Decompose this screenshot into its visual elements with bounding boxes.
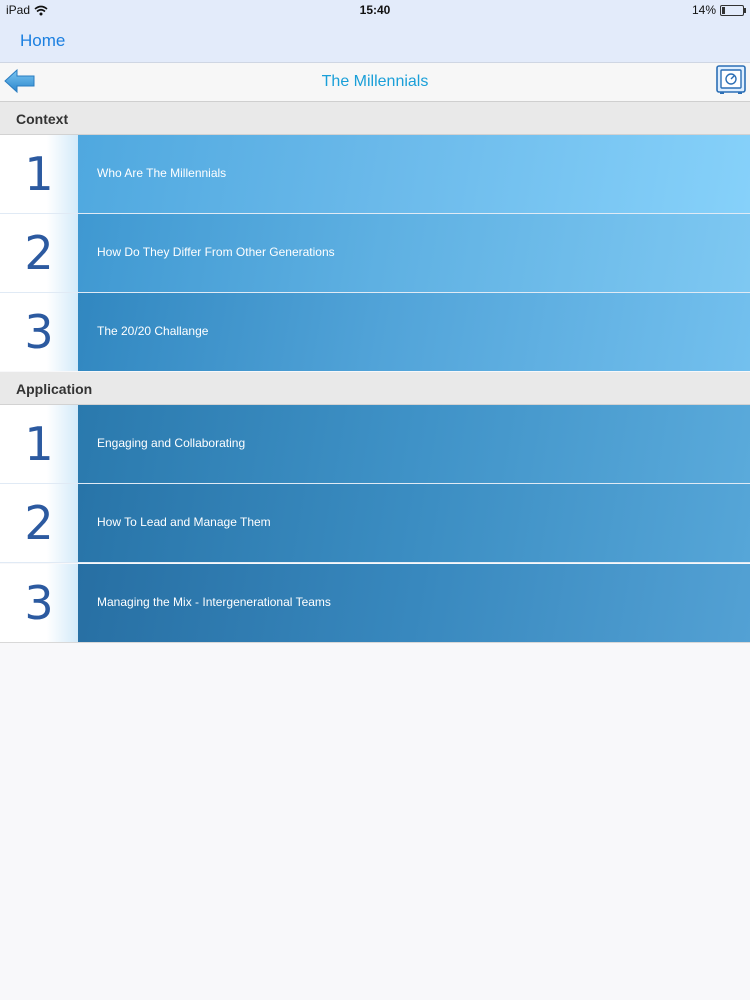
- list-bottom-divider: [0, 642, 750, 643]
- item-label: How Do They Differ From Other Generation…: [97, 245, 335, 259]
- item-number: 2: [0, 214, 78, 292]
- list-item[interactable]: 2 How Do They Differ From Other Generati…: [0, 214, 750, 293]
- item-label: Managing the Mix - Intergenerational Tea…: [97, 595, 331, 609]
- item-body: Who Are The Millennials: [78, 135, 750, 213]
- status-time: 15:40: [359, 3, 391, 17]
- item-number: 1: [0, 135, 78, 213]
- item-body: The 20/20 Challange: [78, 293, 750, 371]
- item-label: How To Lead and Manage Them: [97, 515, 271, 529]
- status-bar: iPad 15:40 14%: [0, 0, 750, 20]
- item-label: Who Are The Millennials: [97, 166, 227, 180]
- page-title: The Millennials: [321, 73, 429, 90]
- section-title: Context: [16, 111, 69, 127]
- item-label: The 20/20 Challange: [97, 324, 209, 338]
- item-body: How To Lead and Manage Them: [78, 484, 750, 562]
- battery-percent: 14%: [691, 3, 716, 17]
- item-body: Managing the Mix - Intergenerational Tea…: [78, 564, 750, 642]
- home-link[interactable]: Home: [20, 31, 65, 51]
- section-header-application: Application: [0, 372, 750, 405]
- status-right: 14%: [691, 3, 746, 17]
- list-item[interactable]: 3 Managing the Mix - Intergenerational T…: [0, 564, 750, 642]
- section-header-context: Context: [0, 102, 750, 135]
- item-number: 1: [0, 405, 78, 483]
- battery-icon: [720, 4, 746, 16]
- list-item[interactable]: 1 Engaging and Collaborating: [0, 405, 750, 484]
- section-title: Application: [16, 381, 93, 397]
- item-number: 3: [0, 564, 78, 642]
- item-number: 2: [0, 484, 78, 562]
- list-item[interactable]: 2 How To Lead and Manage Them: [0, 484, 750, 563]
- title-bar: The Millennials: [0, 63, 750, 102]
- list-item[interactable]: 3 The 20/20 Challange: [0, 293, 750, 371]
- item-number: 3: [0, 293, 78, 371]
- item-body: Engaging and Collaborating: [78, 405, 750, 483]
- top-nav: Home: [0, 20, 750, 63]
- item-body: How Do They Differ From Other Generation…: [78, 214, 750, 292]
- item-label: Engaging and Collaborating: [97, 436, 246, 450]
- safe-icon[interactable]: [716, 65, 746, 95]
- list-item[interactable]: 1 Who Are The Millennials: [0, 135, 750, 214]
